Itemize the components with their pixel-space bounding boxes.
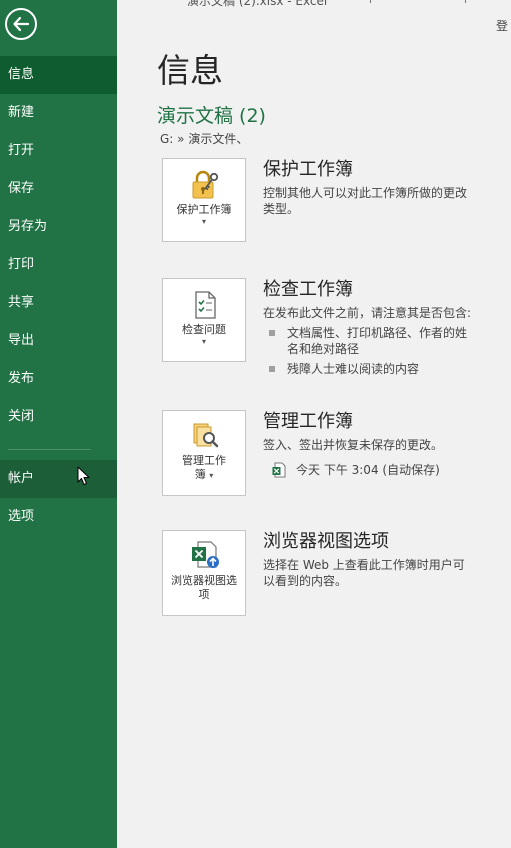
page-title: 信息 bbox=[157, 51, 223, 90]
nav-item-export[interactable]: 导出 bbox=[0, 322, 117, 360]
protect-workbook-desc: 控制其他人可以对此工作簿所做的更改类型。 bbox=[263, 186, 468, 216]
document-path[interactable]: G: » 演示文件、 bbox=[160, 130, 248, 147]
bullet-square-icon bbox=[269, 366, 275, 372]
back-button[interactable] bbox=[5, 8, 37, 40]
browser-view-options-button[interactable]: 浏览器视图选项 bbox=[162, 530, 246, 616]
list-item: 文档属性、打印机路径、作者的姓名和绝对路径 bbox=[263, 325, 478, 357]
titlebar-tick bbox=[370, 0, 371, 3]
protect-workbook-tile-label: 保护工作簿 bbox=[176, 203, 232, 216]
browser-view-title: 浏览器视图选项 bbox=[263, 531, 389, 552]
excel-file-icon bbox=[272, 462, 286, 477]
titlebar-tick bbox=[465, 0, 466, 3]
backstage-sidebar: 信息 新建 打开 保存 另存为 打印 共享 导出 发布 关闭 帐户 选项 bbox=[0, 0, 117, 848]
mouse-cursor-icon bbox=[77, 466, 90, 485]
bullet-square-icon bbox=[269, 330, 275, 336]
excel-backstage: 演示文稿 (2).xlsx - Excel 登 信息 新建 打开 保存 另存为 … bbox=[0, 0, 511, 848]
lock-key-icon bbox=[192, 170, 219, 199]
nav-item-share[interactable]: 共享 bbox=[0, 284, 117, 322]
dropdown-caret-icon: ▾ bbox=[201, 217, 206, 226]
manage-workbook-desc: 签入、签出并恢复未保存的更改。 bbox=[263, 438, 444, 452]
manage-workbook-title: 管理工作簿 bbox=[263, 411, 353, 432]
dropdown-caret-icon: ▾ bbox=[209, 471, 214, 480]
nav-item-account[interactable]: 帐户 bbox=[0, 460, 117, 498]
manage-workbook-button[interactable]: 管理工作簿 ▾ bbox=[162, 410, 246, 496]
browser-view-desc: 选择在 Web 上查看此工作簿时用户可以看到的内容。 bbox=[263, 558, 465, 588]
nav-item-new[interactable]: 新建 bbox=[0, 94, 117, 132]
list-item: 残障人士难以阅读的内容 bbox=[263, 361, 478, 377]
document-name: 演示文稿 (2) bbox=[157, 105, 266, 127]
nav-divider bbox=[8, 449, 91, 450]
nav-item-open[interactable]: 打开 bbox=[0, 132, 117, 170]
nav-item-info[interactable]: 信息 bbox=[0, 56, 117, 94]
window-title: 演示文稿 (2).xlsx - Excel bbox=[187, 0, 328, 8]
arrow-left-icon bbox=[13, 16, 30, 32]
nav-item-options[interactable]: 选项 bbox=[0, 498, 117, 536]
nav-item-print[interactable]: 打印 bbox=[0, 246, 117, 284]
manage-workbook-tile-label: 管理工作簿 bbox=[182, 454, 226, 481]
nav-item-publish[interactable]: 发布 bbox=[0, 360, 117, 398]
inspect-workbook-title: 检查工作簿 bbox=[263, 279, 353, 300]
check-for-issues-button[interactable]: 检查问题 ▾ bbox=[162, 278, 246, 362]
signin-link[interactable]: 登 bbox=[496, 17, 508, 34]
protect-workbook-button[interactable]: 保护工作簿 ▾ bbox=[162, 158, 246, 242]
dropdown-caret-icon: ▾ bbox=[201, 337, 206, 346]
autosave-version-item[interactable]: 今天 下午 3:04 (自动保存) bbox=[272, 461, 440, 478]
nav-item-close[interactable]: 关闭 bbox=[0, 398, 117, 436]
autosave-version-label: 今天 下午 3:04 (自动保存) bbox=[296, 463, 440, 477]
check-for-issues-tile-label: 检查问题 bbox=[182, 323, 226, 336]
document-search-icon bbox=[193, 423, 219, 448]
inspect-bullet-list: 文档属性、打印机路径、作者的姓名和绝对路径 残障人士难以阅读的内容 bbox=[263, 325, 478, 381]
excel-web-icon bbox=[192, 541, 219, 568]
protect-workbook-title: 保护工作簿 bbox=[263, 159, 353, 180]
backstage-nav: 信息 新建 打开 保存 另存为 打印 共享 导出 发布 关闭 帐户 选项 bbox=[0, 56, 117, 536]
nav-item-save-as[interactable]: 另存为 bbox=[0, 208, 117, 246]
inspect-workbook-desc: 在发布此文件之前，请注意其是否包含: bbox=[263, 306, 472, 320]
nav-item-save[interactable]: 保存 bbox=[0, 170, 117, 208]
document-check-icon bbox=[195, 291, 216, 319]
browser-view-options-tile-label: 浏览器视图选项 bbox=[171, 574, 237, 601]
